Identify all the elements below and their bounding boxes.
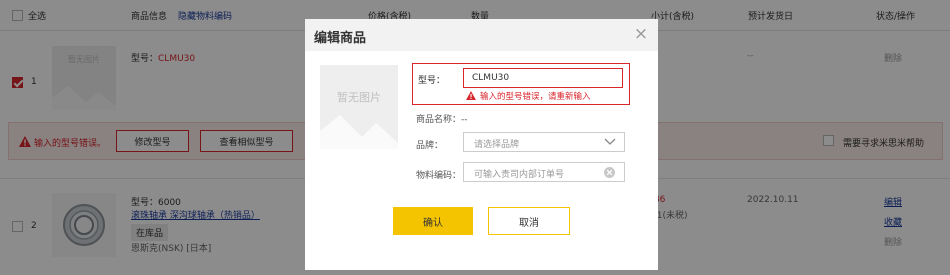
close-icon[interactable]: × (632, 25, 650, 43)
model-error-text: 输入的型号错误，请重新输入 (480, 92, 591, 102)
cancel-button[interactable]: 取消 (488, 207, 570, 235)
product-name-label: 商品名称：-- (416, 112, 468, 125)
material-code-label: 物料编码： (416, 171, 462, 181)
edit-product-modal: 编辑商品 × 暂无图片 型号： CLMU30 输入的型号错误，请重新输入 商品名… (305, 19, 658, 270)
modal-title: 编辑商品 (314, 31, 367, 46)
modal-thumb-text: 暂无图片 (337, 91, 381, 104)
warning-icon (466, 91, 476, 100)
chevron-down-icon (604, 138, 616, 145)
brand-select[interactable]: 请选择品牌 (463, 132, 625, 152)
modal-thumbnail: 暂无图片 (320, 65, 398, 149)
modal-model-label: 型号： (418, 76, 446, 86)
material-code-input[interactable]: 可输入贵司内部订单号 (463, 162, 625, 182)
product-name-value: -- (461, 115, 468, 125)
clear-icon[interactable] (604, 167, 615, 178)
modal-header: 编辑商品 × (305, 19, 658, 51)
placeholder-image-icon (320, 115, 398, 149)
cart-page: 全选 商品信息 隐藏物料编码 价格(含税) 数量 小计(含税) 预计发货日 状态… (0, 0, 950, 275)
material-code-placeholder: 可输入贵司内部订单号 (474, 170, 565, 180)
brand-label: 品牌： (416, 141, 444, 151)
confirm-button[interactable]: 确认 (393, 207, 473, 235)
brand-select-placeholder: 请选择品牌 (474, 140, 520, 150)
product-name-label-text: 商品名称： (416, 115, 462, 125)
model-input[interactable]: CLMU30 (463, 68, 623, 88)
model-input-value: CLMU30 (472, 73, 510, 83)
